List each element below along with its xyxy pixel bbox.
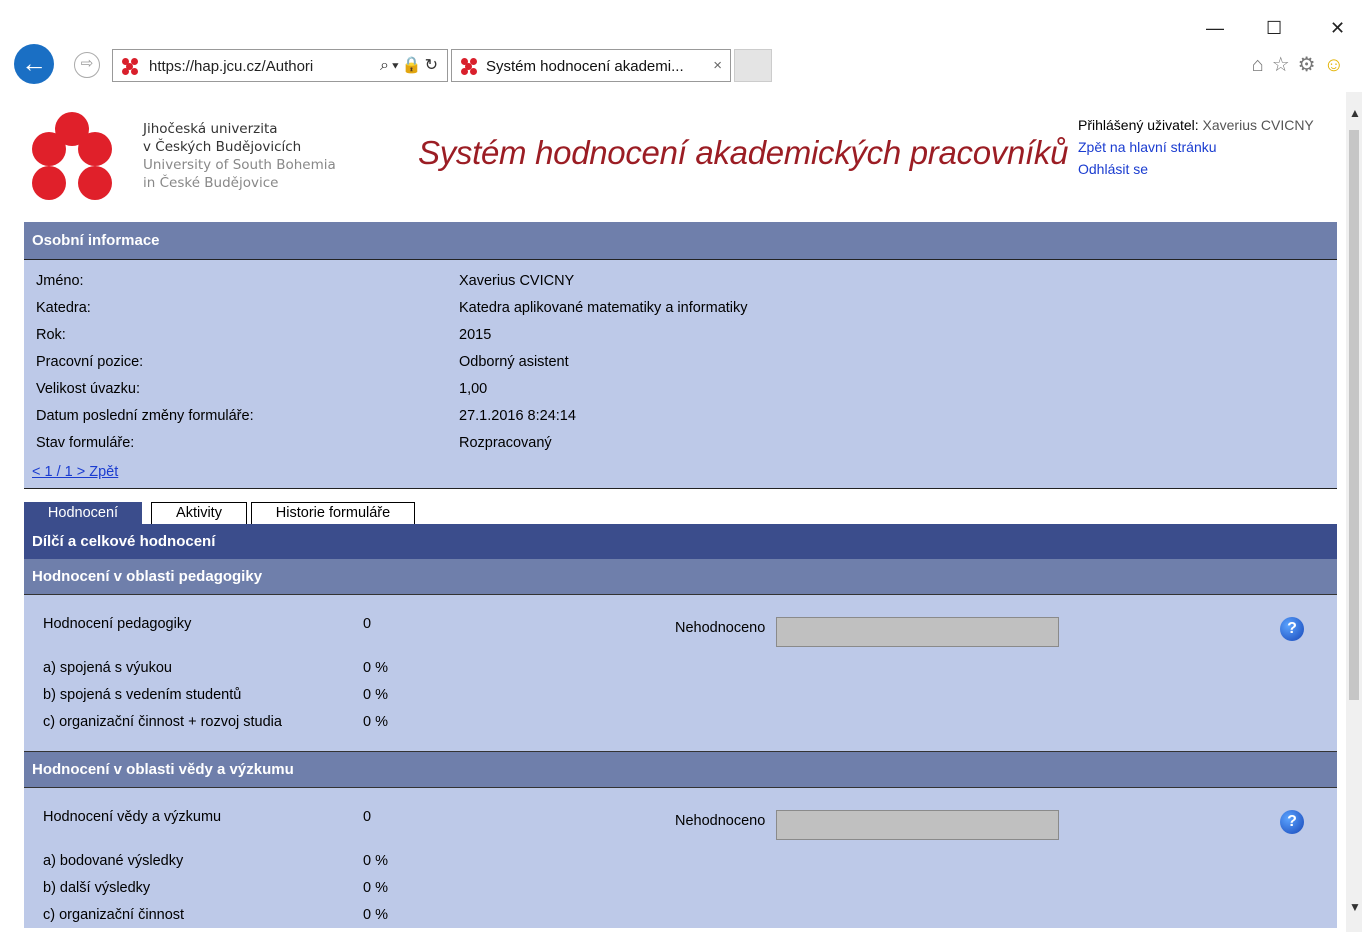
research-item-value: 0 % <box>363 853 388 869</box>
info-row: Rok: 2015 <box>24 322 1337 349</box>
evaluation-header: Dílčí a celkové hodnocení <box>24 524 1337 559</box>
info-value: Rozpracovaný <box>459 435 552 451</box>
close-icon[interactable]: ✕ <box>1330 18 1345 38</box>
tab-bar: Hodnocení Aktivity Historie formuláře <box>24 489 1337 524</box>
maximize-icon[interactable]: ☐ <box>1266 18 1282 38</box>
tab-hodnoceni[interactable]: Hodnocení <box>24 502 142 524</box>
university-name-en-2: in České Budějovice <box>143 175 279 191</box>
info-row: Pracovní pozice: Odborný asistent <box>24 349 1337 376</box>
scroll-down-icon[interactable]: ▼ <box>1349 900 1361 914</box>
info-row: Datum poslední změny formuláře: 27.1.2016… <box>24 403 1337 430</box>
help-icon[interactable]: ? <box>1280 617 1304 641</box>
research-item-value: 0 % <box>363 880 388 896</box>
page-header: Jihočeská univerzita v Českých Budějovic… <box>0 92 1346 220</box>
back-to-main-link[interactable]: Zpět na hlavní stránku <box>1078 136 1314 158</box>
research-item-label: b) další výsledky <box>43 880 151 896</box>
tab-favicon-icon <box>460 57 478 75</box>
tab-aktivity[interactable]: Aktivity <box>151 502 247 524</box>
tab-title: Systém hodnocení akademi... <box>486 58 684 75</box>
help-icon[interactable]: ? <box>1280 810 1304 834</box>
info-row: Jméno: Xaverius CVICNY <box>24 268 1337 295</box>
pedagogy-item-label: c) organizační činnost + rozvoj studia <box>43 714 282 730</box>
research-item-label: a) bodované výsledky <box>43 853 184 869</box>
site-favicon-icon <box>121 57 139 75</box>
personal-info-panel: Jméno: Xaverius CVICNY Katedra: Katedra ap… <box>24 260 1337 489</box>
personal-info-header: Osobní informace <box>24 222 1337 260</box>
university-name-en-1: University of South Bohemia <box>143 157 336 173</box>
research-section-header: Hodnocení v oblasti vědy a výzkumu <box>24 752 1337 788</box>
pedagogy-item-value: 0 % <box>363 714 388 730</box>
smiley-icon[interactable]: ☺ <box>1324 54 1352 76</box>
info-row: Velikost úvazku: 1,00 <box>24 376 1337 403</box>
research-main-label: Hodnocení vědy a výzkumu <box>43 809 222 825</box>
pedagogy-panel: Hodnocení pedagogiky 0 Nehodnoceno ? a) … <box>24 595 1337 752</box>
vertical-scrollbar[interactable]: ▲ ▼ <box>1346 92 1362 932</box>
address-actions-icons[interactable]: ⌕▾🔒↻ <box>380 55 441 75</box>
university-name-cz-2: v Českých Budějovicích <box>143 139 302 155</box>
browser-tab[interactable]: Systém hodnocení akademi... × <box>451 49 731 82</box>
app-title: Systém hodnocení akademických pracovníků <box>418 134 1069 171</box>
minimize-icon[interactable]: — <box>1206 18 1224 38</box>
research-panel: Hodnocení vědy a výzkumu 0 Nehodnoceno ?… <box>24 788 1337 928</box>
research-main-value: 0 <box>363 809 372 825</box>
new-tab-button[interactable] <box>734 49 772 82</box>
user-box: Přihlášený uživatel: Xaverius CVICNY Zpě… <box>1078 114 1314 180</box>
info-label: Katedra: <box>36 300 91 316</box>
info-label: Pracovní pozice: <box>36 354 144 370</box>
info-label: Stav formuláře: <box>36 435 135 451</box>
pedagogy-item-value: 0 % <box>363 687 388 703</box>
university-logo <box>32 112 112 200</box>
pedagogy-main-label: Hodnocení pedagogiky <box>43 616 192 632</box>
pedagogy-item-label: a) spojená s výukou <box>43 660 172 676</box>
university-name-cz-1: Jihočeská univerzita <box>143 121 278 137</box>
scroll-up-icon[interactable]: ▲ <box>1349 106 1361 120</box>
research-item-label: c) organizační činnost <box>43 907 185 923</box>
pedagogy-item-label: b) spojená s vedením studentů <box>43 687 242 703</box>
research-status-label: Nehodnoceno <box>675 813 766 829</box>
pedagogy-status-label: Nehodnoceno <box>675 620 766 636</box>
info-value: Xaverius CVICNY <box>459 273 575 289</box>
tab-close-icon[interactable]: × <box>713 57 722 74</box>
pager-link[interactable]: < 1 / 1 > Zpět <box>32 464 118 480</box>
research-item-value: 0 % <box>363 907 388 923</box>
user-name: Xaverius CVICNY <box>1202 117 1314 133</box>
pedagogy-item-value: 0 % <box>363 660 388 676</box>
info-value: 1,00 <box>459 381 488 397</box>
pedagogy-section-header: Hodnocení v oblasti pedagogiky <box>24 559 1337 595</box>
star-icon[interactable]: ☆ <box>1272 54 1298 76</box>
info-value: Katedra aplikované matematiky a informat… <box>459 300 748 316</box>
research-status-field[interactable] <box>776 810 1059 840</box>
address-url[interactable]: https://hap.jcu.cz/Authori <box>149 58 349 75</box>
info-value: 27.1.2016 8:24:14 <box>459 408 576 424</box>
info-label: Datum poslední změny formuláře: <box>36 408 254 424</box>
gear-icon[interactable]: ⚙ <box>1298 54 1324 76</box>
address-bar[interactable]: https://hap.jcu.cz/Authori ⌕▾🔒↻ <box>112 49 448 82</box>
info-label: Jméno: <box>36 273 84 289</box>
forward-arrow-icon[interactable]: ⇨ <box>74 52 100 78</box>
scroll-thumb[interactable] <box>1349 130 1359 700</box>
user-label: Přihlášený uživatel: <box>1078 117 1199 133</box>
info-row: Katedra: Katedra aplikované matematiky a … <box>24 295 1337 322</box>
info-label: Velikost úvazku: <box>36 381 140 397</box>
browser-toolbar: ⌂☆⚙☺ <box>1252 52 1352 77</box>
pedagogy-status-field[interactable] <box>776 617 1059 647</box>
logout-link[interactable]: Odhlásit se <box>1078 158 1314 180</box>
home-icon[interactable]: ⌂ <box>1252 54 1272 76</box>
main-content: Osobní informace Jméno: Xaverius CVICNY K… <box>24 222 1337 928</box>
pedagogy-main-value: 0 <box>363 616 372 632</box>
university-name: Jihočeská univerzita v Českých Budějovic… <box>143 120 336 192</box>
browser-chrome: — ☐ ✕ ← ⇨ https://hap.jcu.cz/Authori ⌕▾🔒… <box>0 0 1362 90</box>
info-value: 2015 <box>459 327 492 343</box>
info-value: Odborný asistent <box>459 354 569 370</box>
info-row: Stav formuláře: Rozpracovaný <box>24 430 1337 457</box>
tab-historie[interactable]: Historie formuláře <box>251 502 415 524</box>
back-arrow-icon[interactable]: ← <box>14 44 54 84</box>
info-label: Rok: <box>36 327 66 343</box>
